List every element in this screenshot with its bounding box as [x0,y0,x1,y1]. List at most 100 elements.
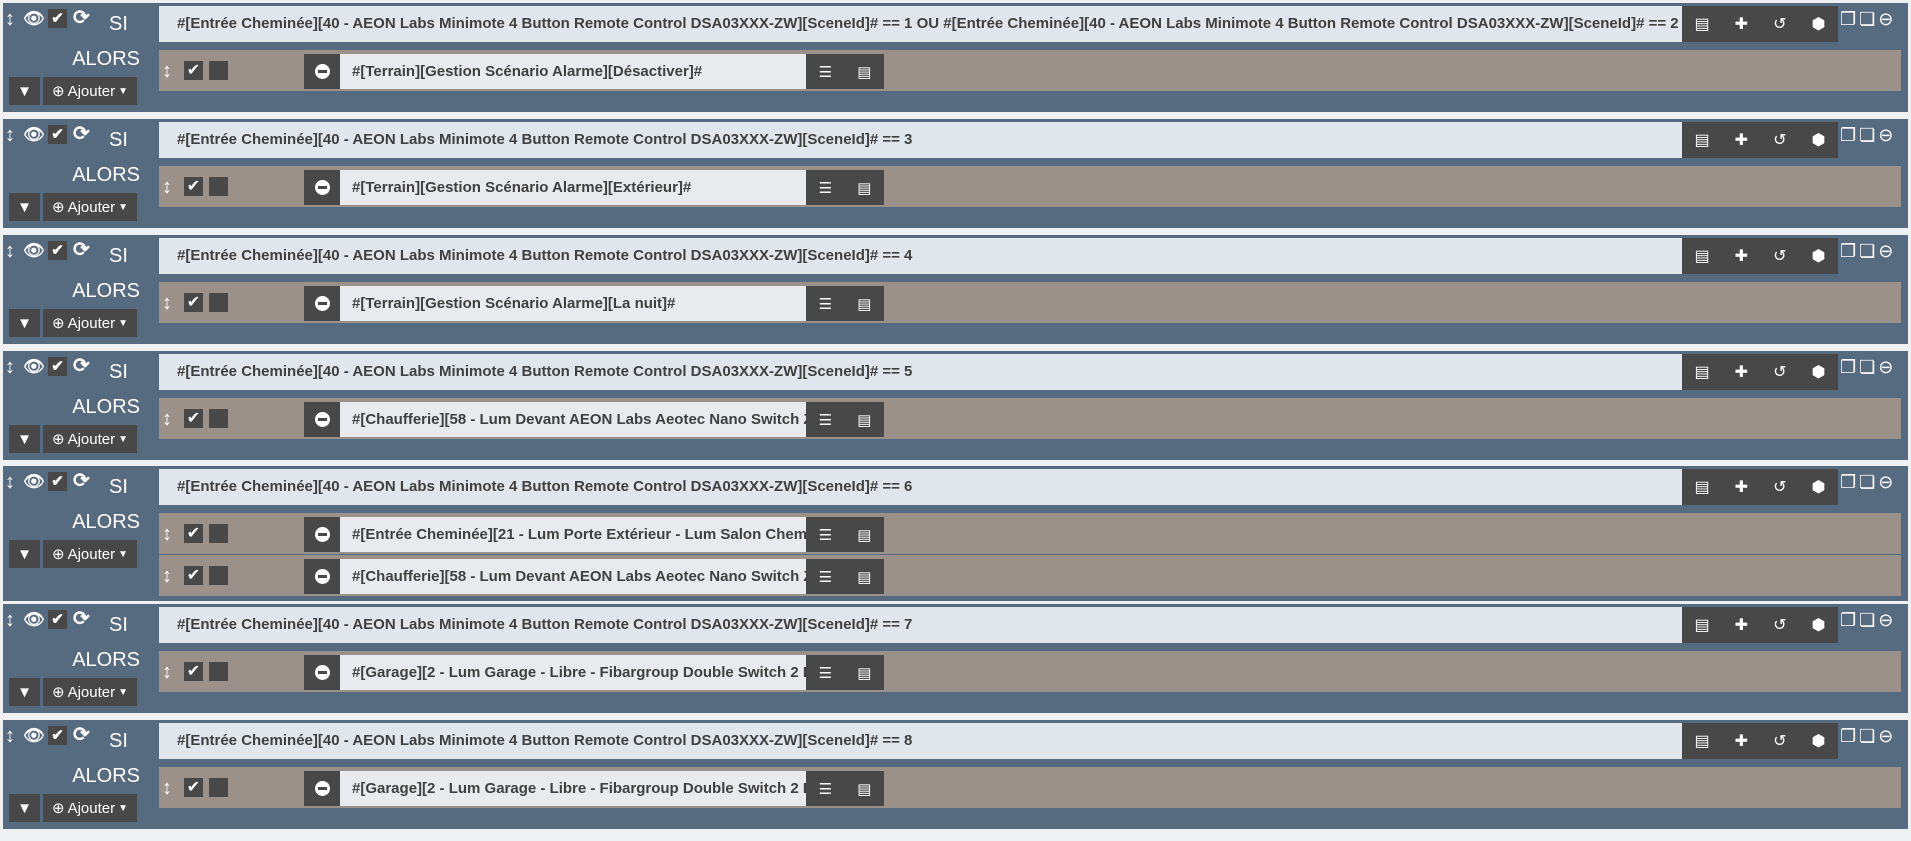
condition-input[interactable]: #[Entrée Cheminée][40 - AEON Labs Minimo… [159,238,1682,274]
tasks-icon[interactable]: ☰ [819,568,832,586]
eye-icon[interactable]: 👁 [23,241,45,261]
ajouter-button[interactable]: ⊕ Ajouter ▼ [43,425,137,453]
eye-icon[interactable]: 👁 [23,9,45,29]
ajouter-button[interactable]: ⊕ Ajouter ▼ [43,794,137,822]
cube-icon[interactable]: ⬢ [1811,130,1825,150]
action-enabled-checkbox[interactable]: ✔ [184,662,203,681]
action-enabled-checkbox[interactable]: ✔ [184,778,203,797]
action-parallel-checkbox[interactable] [209,662,228,681]
list-icon[interactable]: ▤ [857,780,871,798]
eye-icon[interactable]: 👁 [23,726,45,746]
paste-icon[interactable]: ❏ [1859,726,1875,747]
refresh-icon[interactable]: ⟳ [73,8,90,28]
puzzle-icon[interactable]: ✚ [1735,14,1748,34]
remove-action-button[interactable] [304,655,340,690]
copy-icon[interactable]: ❐ [1840,357,1856,378]
condition-input[interactable]: #[Entrée Cheminée][40 - AEON Labs Minimo… [159,6,1682,42]
collapse-button[interactable]: ▼ [9,678,40,706]
history-icon[interactable]: ↺ [1773,615,1786,635]
remove-action-button[interactable] [304,517,340,552]
remove-block-icon[interactable]: ⊖ [1878,241,1893,262]
check-icon[interactable]: ✔ [48,125,67,144]
eye-icon[interactable]: 👁 [23,125,45,145]
check-icon[interactable]: ✔ [48,241,67,260]
action-parallel-checkbox[interactable] [209,61,228,80]
paste-icon[interactable]: ❏ [1859,472,1875,493]
tasks-icon[interactable]: ☰ [819,780,832,798]
refresh-icon[interactable]: ⟳ [73,725,90,745]
puzzle-icon[interactable]: ✚ [1735,731,1748,751]
remove-action-button[interactable] [304,54,340,89]
remove-block-icon[interactable]: ⊖ [1878,610,1893,631]
move-icon[interactable]: ↕ [162,292,172,315]
collapse-button[interactable]: ▼ [9,309,40,337]
eye-icon[interactable]: 👁 [23,357,45,377]
paste-icon[interactable]: ❏ [1859,125,1875,146]
cube-icon[interactable]: ⬢ [1811,362,1825,382]
move-icon[interactable]: ↕ [162,565,172,588]
check-icon[interactable]: ✔ [48,726,67,745]
ajouter-button[interactable]: ⊕ Ajouter ▼ [43,540,137,568]
history-icon[interactable]: ↺ [1773,246,1786,266]
check-icon[interactable]: ✔ [48,357,67,376]
move-icon[interactable]: ↕ [162,60,172,83]
remove-action-button[interactable] [304,559,340,594]
list-icon[interactable]: ▤ [1695,130,1710,150]
refresh-icon[interactable]: ⟳ [73,471,90,491]
collapse-button[interactable]: ▼ [9,540,40,568]
action-enabled-checkbox[interactable]: ✔ [184,524,203,543]
action-enabled-checkbox[interactable]: ✔ [184,177,203,196]
tasks-icon[interactable]: ☰ [819,295,832,313]
history-icon[interactable]: ↺ [1773,362,1786,382]
list-icon[interactable]: ▤ [1695,14,1710,34]
ajouter-button[interactable]: ⊕ Ajouter ▼ [43,309,137,337]
puzzle-icon[interactable]: ✚ [1735,615,1748,635]
action-command-input[interactable]: #[Chaufferie][58 - Lum Devant AEON Labs … [340,559,806,594]
paste-icon[interactable]: ❏ [1859,9,1875,30]
refresh-icon[interactable]: ⟳ [73,609,90,629]
collapse-button[interactable]: ▼ [9,794,40,822]
copy-icon[interactable]: ❐ [1840,9,1856,30]
action-command-input[interactable]: #[Terrain][Gestion Scénario Alarme][Désa… [340,54,806,89]
condition-input[interactable]: #[Entrée Cheminée][40 - AEON Labs Minimo… [159,723,1682,759]
collapse-button[interactable]: ▼ [9,193,40,221]
eye-icon[interactable]: 👁 [23,610,45,630]
move-icon[interactable]: ↕ [162,777,172,800]
check-icon[interactable]: ✔ [48,9,67,28]
action-enabled-checkbox[interactable]: ✔ [184,409,203,428]
check-icon[interactable]: ✔ [48,610,67,629]
ajouter-button[interactable]: ⊕ Ajouter ▼ [43,77,137,105]
move-icon[interactable]: ↕ [5,125,15,145]
list-icon[interactable]: ▤ [857,411,871,429]
history-icon[interactable]: ↺ [1773,14,1786,34]
cube-icon[interactable]: ⬢ [1811,731,1825,751]
remove-block-icon[interactable]: ⊖ [1878,726,1893,747]
eye-icon[interactable]: 👁 [23,472,45,492]
action-command-input[interactable]: #[Entrée Cheminée][21 - Lum Porte Extéri… [340,517,806,552]
copy-icon[interactable]: ❐ [1840,726,1856,747]
history-icon[interactable]: ↺ [1773,731,1786,751]
ajouter-button[interactable]: ⊕ Ajouter ▼ [43,678,137,706]
action-enabled-checkbox[interactable]: ✔ [184,566,203,585]
refresh-icon[interactable]: ⟳ [73,356,90,376]
copy-icon[interactable]: ❐ [1840,125,1856,146]
action-command-input[interactable]: #[Terrain][Gestion Scénario Alarme][La n… [340,286,806,321]
remove-block-icon[interactable]: ⊖ [1878,472,1893,493]
collapse-button[interactable]: ▼ [9,77,40,105]
move-icon[interactable]: ↕ [162,523,172,546]
list-icon[interactable]: ▤ [1695,362,1710,382]
move-icon[interactable]: ↕ [162,408,172,431]
move-icon[interactable]: ↕ [162,661,172,684]
remove-block-icon[interactable]: ⊖ [1878,9,1893,30]
list-icon[interactable]: ▤ [1695,731,1710,751]
list-icon[interactable]: ▤ [857,568,871,586]
action-parallel-checkbox[interactable] [209,524,228,543]
remove-block-icon[interactable]: ⊖ [1878,125,1893,146]
action-parallel-checkbox[interactable] [209,778,228,797]
remove-action-button[interactable] [304,286,340,321]
copy-icon[interactable]: ❐ [1840,241,1856,262]
action-command-input[interactable]: #[Chaufferie][58 - Lum Devant AEON Labs … [340,402,806,437]
copy-icon[interactable]: ❐ [1840,610,1856,631]
check-icon[interactable]: ✔ [48,472,67,491]
puzzle-icon[interactable]: ✚ [1735,130,1748,150]
